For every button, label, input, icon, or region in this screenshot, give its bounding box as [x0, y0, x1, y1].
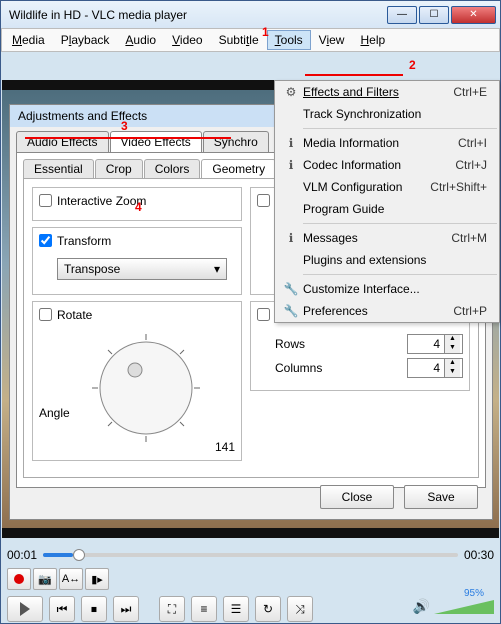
rows-spinner[interactable]: ▲▼	[407, 334, 463, 354]
annotation-2-underline	[305, 74, 403, 76]
transform-select[interactable]: Transpose ▾	[57, 258, 227, 280]
info-icon: ℹ	[279, 136, 303, 150]
menu-help[interactable]: Help	[352, 30, 393, 50]
seek-thumb[interactable]	[73, 549, 85, 561]
transform-checkbox[interactable]	[39, 234, 52, 247]
menubar: Media Playback Audio Video Subtitle Tool…	[1, 28, 500, 52]
rotate-label: Rotate	[57, 308, 92, 322]
annotation-1: 1	[262, 25, 269, 39]
sliders-icon: ⚙	[279, 85, 303, 99]
menuitem-track-sync[interactable]: Track Synchronization	[275, 103, 499, 125]
subtab-crop[interactable]: Crop	[95, 159, 143, 178]
playback-toolbar: ⏮ ⏹ ⏭ ⛶ ≡ ☰ ↻ ⤨	[7, 596, 313, 622]
puzzle-checkbox[interactable]	[257, 308, 270, 321]
shuffle-button[interactable]: ⤨	[287, 596, 313, 622]
playlist-button[interactable]: ☰	[223, 596, 249, 622]
menuitem-customize[interactable]: 🔧 Customize Interface...	[275, 278, 499, 300]
rows-input[interactable]	[408, 337, 444, 351]
angle-max: 141	[215, 440, 235, 454]
time-current: 00:01	[7, 548, 37, 562]
minimize-button[interactable]: —	[387, 6, 417, 24]
separator	[303, 274, 497, 275]
wrench-icon: 🔧	[279, 282, 303, 296]
menu-audio[interactable]: Audio	[117, 30, 164, 50]
seek-bar: 00:01 00:30	[7, 548, 494, 562]
annotation-2: 2	[409, 58, 416, 72]
r-checkbox[interactable]	[257, 194, 270, 207]
tab-synchro[interactable]: Synchro	[203, 131, 269, 152]
transform-label: Transform	[57, 234, 111, 248]
close-dialog-button[interactable]: Close	[320, 485, 394, 509]
tab-video-effects[interactable]: Video Effects	[110, 131, 202, 152]
menu-view[interactable]: View	[311, 30, 353, 50]
separator	[303, 128, 497, 129]
separator	[303, 223, 497, 224]
ab-loop-button[interactable]: A↔	[59, 568, 83, 590]
record-button[interactable]	[7, 568, 31, 590]
menuitem-plugins[interactable]: Plugins and extensions	[275, 249, 499, 271]
menuitem-codec-info[interactable]: ℹ Codec Information Ctrl+J	[275, 154, 499, 176]
volume-area: 🔊 95%	[413, 598, 494, 615]
wrench-icon: 🔧	[279, 304, 303, 318]
rotate-dial[interactable]	[66, 328, 226, 448]
tools-dropdown: ⚙ Effects and Filters Ctrl+E Track Synch…	[274, 80, 500, 323]
chevron-down-icon: ▾	[214, 262, 220, 276]
menuitem-effects-filters[interactable]: ⚙ Effects and Filters Ctrl+E	[275, 81, 499, 103]
angle-label: Angle	[39, 406, 70, 420]
menu-media[interactable]: Media	[4, 30, 53, 50]
next-button[interactable]: ⏭	[113, 596, 139, 622]
stop-button[interactable]: ⏹	[81, 596, 107, 622]
annotation-3: 3	[121, 119, 128, 133]
puzzle-columns-spinner[interactable]: ▲▼	[407, 358, 463, 378]
extended-button[interactable]: ≡	[191, 596, 217, 622]
subtab-geometry[interactable]: Geometry	[201, 159, 276, 178]
menuitem-vlm-config[interactable]: VLM Configuration Ctrl+Shift+	[275, 176, 499, 198]
menuitem-program-guide[interactable]: Program Guide	[275, 198, 499, 220]
menuitem-preferences[interactable]: 🔧 Preferences Ctrl+P	[275, 300, 499, 322]
tab-audio-effects[interactable]: Audio Effects	[16, 131, 109, 152]
info-icon: ℹ	[279, 158, 303, 172]
puzzle-columns-label: Columns	[275, 361, 322, 375]
maximize-button[interactable]: ☐	[419, 6, 449, 24]
menu-tools[interactable]: Tools	[267, 30, 311, 50]
speaker-icon[interactable]: 🔊	[413, 598, 430, 615]
rows-label: Rows	[275, 337, 305, 351]
loop-button[interactable]: ↻	[255, 596, 281, 622]
close-button[interactable]: ✕	[451, 6, 496, 24]
menuitem-messages[interactable]: ℹ Messages Ctrl+M	[275, 227, 499, 249]
puzzle-columns-input[interactable]	[408, 361, 444, 375]
annotation-3-underline	[25, 137, 231, 139]
frame-button[interactable]: ▮▸	[85, 568, 109, 590]
interactive-zoom-checkbox[interactable]	[39, 194, 52, 207]
menu-subtitle[interactable]: Subtitle	[211, 30, 267, 50]
volume-label: 95%	[464, 588, 484, 599]
menuitem-media-info[interactable]: ℹ Media Information Ctrl+I	[275, 132, 499, 154]
rotate-checkbox[interactable]	[39, 308, 52, 321]
play-button[interactable]	[7, 596, 43, 622]
save-button[interactable]: Save	[404, 485, 478, 509]
subtab-essential[interactable]: Essential	[23, 159, 94, 178]
transform-value: Transpose	[64, 262, 120, 276]
prev-button[interactable]: ⏮	[49, 596, 75, 622]
group-rotate: Rotate Angle 141	[32, 301, 242, 461]
annotation-4: 4	[135, 200, 142, 214]
record-toolbar: 📷 A↔ ▮▸	[7, 568, 109, 590]
volume-slider[interactable]	[434, 600, 494, 614]
interactive-zoom-label: Interactive Zoom	[57, 194, 146, 208]
time-total: 00:30	[464, 548, 494, 562]
fullscreen-button[interactable]: ⛶	[159, 596, 185, 622]
menu-playback[interactable]: Playback	[53, 30, 118, 50]
subtab-colors[interactable]: Colors	[144, 159, 201, 178]
seek-fill	[43, 553, 73, 557]
snapshot-button[interactable]: 📷	[33, 568, 57, 590]
window-title: Wildlife in HD - VLC media player	[5, 8, 387, 22]
seek-track[interactable]	[43, 553, 458, 557]
info-icon: ℹ	[279, 231, 303, 245]
titlebar: Wildlife in HD - VLC media player — ☐ ✕	[0, 0, 501, 28]
menu-video[interactable]: Video	[164, 30, 210, 50]
group-transform: Transform Transpose ▾	[32, 227, 242, 295]
